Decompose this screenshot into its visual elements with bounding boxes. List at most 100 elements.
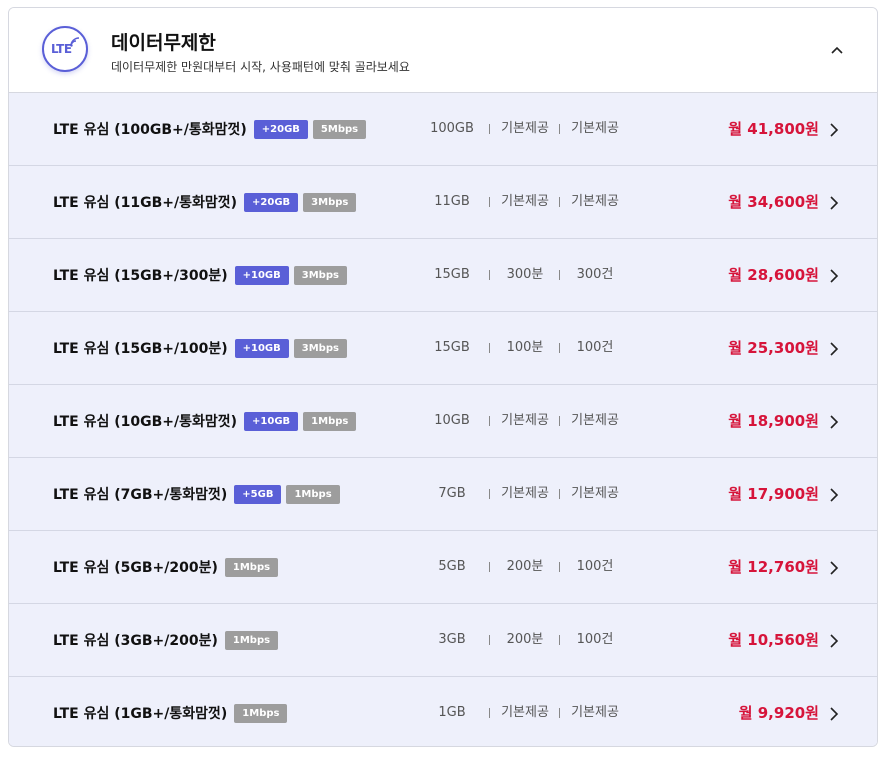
plan-data-amount: 15GB [434, 340, 470, 355]
collapse-chevron-up-icon[interactable] [827, 40, 847, 60]
column-divider [489, 270, 490, 280]
plan-name: LTE 유심 (5GB+/200분) [53, 560, 218, 576]
plan-sms-amount: 기본제공 [571, 194, 619, 209]
plan-name: LTE 유심 (7GB+/통화맘껏) [53, 487, 228, 503]
plan-name: LTE 유심 (15GB+/100분) [53, 341, 228, 357]
column-divider [559, 343, 560, 353]
speed-limit-badge: 1Mbps [286, 484, 340, 504]
plan-price: 월 25,300원 [728, 339, 819, 357]
speed-limit-badge: 5Mbps [312, 119, 367, 139]
speed-limit-badge: 1Mbps [234, 703, 288, 723]
plan-sms-amount: 기본제공 [571, 413, 619, 428]
column-divider [489, 489, 490, 499]
plan-sms-amount: 기본제공 [571, 705, 619, 720]
plan-row[interactable]: LTE 유심 (1GB+/통화맘껏) 1Mbps 1GB 기본제공 기본제공 월… [9, 677, 877, 746]
column-divider [489, 343, 490, 353]
plan-name: LTE 유심 (10GB+/통화맘껏) [53, 414, 238, 430]
column-divider [489, 562, 490, 572]
column-divider [489, 635, 490, 645]
plan-data-amount: 3GB [438, 632, 466, 647]
chevron-right-icon[interactable] [829, 487, 839, 503]
speed-limit-badge: 3Mbps [293, 338, 347, 358]
plan-row[interactable]: LTE 유심 (100GB+/통화맘껏) +20GB 5Mbps 100GB 기… [9, 93, 877, 166]
plan-name-group: LTE 유심 (1GB+/통화맘껏) 1Mbps [53, 677, 288, 746]
plan-sms-amount: 300건 [576, 267, 614, 282]
chevron-right-icon[interactable] [829, 633, 839, 649]
plan-name-group: LTE 유심 (15GB+/100분) +10GB 3Mbps [53, 312, 347, 384]
plan-name: LTE 유심 (100GB+/통화맘껏) [53, 122, 247, 138]
plan-name: LTE 유심 (3GB+/200분) [53, 633, 218, 649]
plan-name-group: LTE 유심 (11GB+/통화맘껏) +20GB 3Mbps [53, 166, 357, 238]
plan-row[interactable]: LTE 유심 (3GB+/200분) 1Mbps 3GB 200분 100건 월… [9, 604, 877, 677]
plan-name: LTE 유심 (1GB+/통화맘껏) [53, 706, 228, 722]
plan-name: LTE 유심 (11GB+/통화맘껏) [53, 195, 238, 211]
plan-price: 월 17,900원 [728, 485, 819, 503]
plan-row[interactable]: LTE 유심 (11GB+/통화맘껏) +20GB 3Mbps 11GB 기본제… [9, 166, 877, 239]
column-divider [559, 708, 560, 718]
plan-list: LTE 유심 (100GB+/통화맘껏) +20GB 5Mbps 100GB 기… [9, 93, 877, 746]
plan-name-group: LTE 유심 (5GB+/200분) 1Mbps [53, 531, 279, 603]
column-divider [489, 708, 490, 718]
lte-signal-icon: LTE [42, 26, 88, 72]
speed-limit-badge: 1Mbps [303, 411, 357, 431]
bonus-data-badge: +20GB [244, 192, 299, 212]
speed-limit-badge: 1Mbps [224, 557, 279, 577]
category-subtitle: 데이터무제한 만원대부터 시작, 사용패턴에 맞춰 골라보세요 [111, 60, 410, 74]
plan-name-group: LTE 유심 (10GB+/통화맘껏) +10GB 1Mbps [53, 385, 357, 457]
column-divider [489, 124, 490, 134]
column-divider [559, 197, 560, 207]
plan-voice-amount: 300분 [506, 267, 544, 282]
plan-voice-amount: 기본제공 [501, 121, 549, 136]
chevron-right-icon[interactable] [829, 122, 839, 138]
chevron-right-icon[interactable] [829, 268, 839, 284]
plan-row[interactable]: LTE 유심 (7GB+/통화맘껏) +5GB 1Mbps 7GB 기본제공 기… [9, 458, 877, 531]
column-divider [559, 635, 560, 645]
plan-voice-amount: 기본제공 [501, 194, 549, 209]
bonus-data-badge: +10GB [234, 338, 289, 358]
chevron-right-icon[interactable] [829, 560, 839, 576]
plan-sms-amount: 기본제공 [571, 121, 619, 136]
chevron-right-icon[interactable] [829, 706, 839, 722]
column-divider [559, 562, 560, 572]
plan-price: 월 12,760원 [728, 558, 819, 576]
plan-row[interactable]: LTE 유심 (10GB+/통화맘껏) +10GB 1Mbps 10GB 기본제… [9, 385, 877, 458]
plan-data-amount: 5GB [438, 559, 466, 574]
signal-waves-icon [70, 37, 80, 47]
bonus-data-badge: +20GB [253, 119, 308, 139]
plan-name-group: LTE 유심 (7GB+/통화맘껏) +5GB 1Mbps [53, 458, 340, 530]
column-divider [559, 489, 560, 499]
column-divider [559, 416, 560, 426]
plan-data-amount: 15GB [434, 267, 470, 282]
plan-voice-amount: 기본제공 [501, 413, 549, 428]
column-divider [489, 197, 490, 207]
chevron-right-icon[interactable] [829, 414, 839, 430]
plan-sms-amount: 100건 [576, 340, 614, 355]
plan-voice-amount: 200분 [506, 559, 544, 574]
bonus-data-badge: +5GB [234, 484, 282, 504]
plan-row[interactable]: LTE 유심 (5GB+/200분) 1Mbps 5GB 200분 100건 월… [9, 531, 877, 604]
plan-voice-amount: 기본제공 [501, 486, 549, 501]
speed-limit-badge: 3Mbps [293, 265, 347, 285]
chevron-right-icon[interactable] [829, 341, 839, 357]
plan-data-amount: 11GB [434, 194, 470, 209]
plan-price: 월 18,900원 [728, 412, 819, 430]
bonus-data-badge: +10GB [244, 411, 299, 431]
bonus-data-badge: +10GB [234, 265, 289, 285]
plan-data-amount: 10GB [434, 413, 470, 428]
plan-price: 월 28,600원 [728, 266, 819, 284]
plan-voice-amount: 기본제공 [501, 705, 549, 720]
category-title: 데이터무제한 [111, 32, 216, 54]
plan-sms-amount: 100건 [576, 632, 614, 647]
lte-badge-text: LTE [51, 42, 72, 56]
speed-limit-badge: 1Mbps [224, 630, 279, 650]
plan-row[interactable]: LTE 유심 (15GB+/100분) +10GB 3Mbps 15GB 100… [9, 312, 877, 385]
plan-name-group: LTE 유심 (100GB+/통화맘껏) +20GB 5Mbps [53, 93, 367, 165]
chevron-right-icon[interactable] [829, 195, 839, 211]
speed-limit-badge: 3Mbps [303, 192, 357, 212]
category-header[interactable]: LTE 데이터무제한 데이터무제한 만원대부터 시작, 사용패턴에 맞춰 골라보… [9, 8, 877, 93]
plan-price: 월 9,920원 [738, 704, 819, 722]
plan-name-group: LTE 유심 (3GB+/200분) 1Mbps [53, 604, 279, 676]
plan-price: 월 10,560원 [728, 631, 819, 649]
plan-row[interactable]: LTE 유심 (15GB+/300분) +10GB 3Mbps 15GB 300… [9, 239, 877, 312]
plan-sms-amount: 기본제공 [571, 486, 619, 501]
